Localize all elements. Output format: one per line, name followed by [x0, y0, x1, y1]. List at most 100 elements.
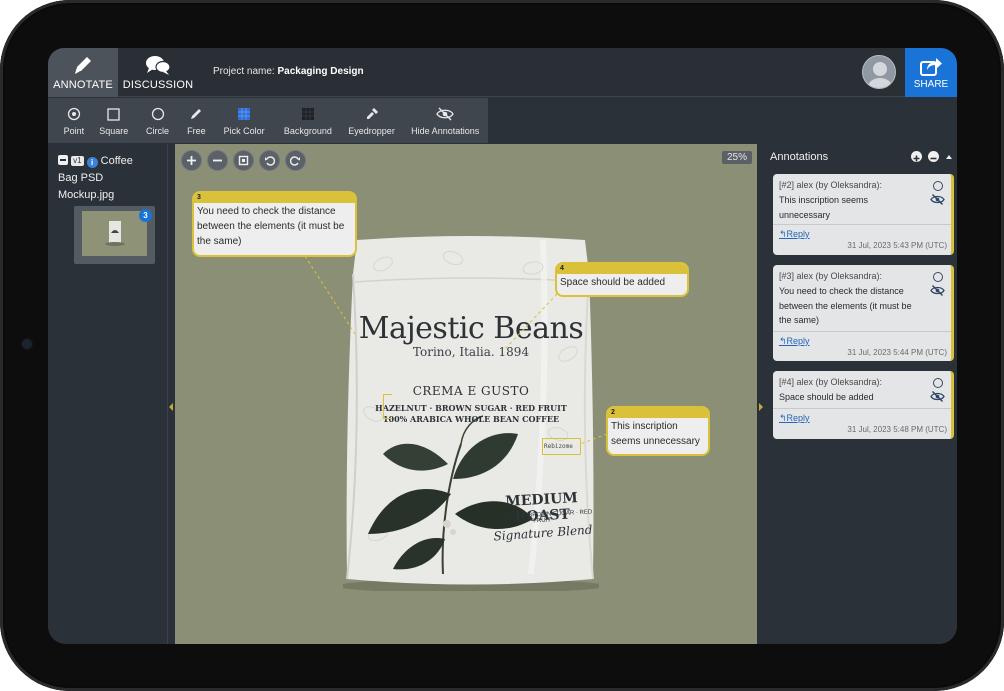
share-button[interactable]: SHARE	[905, 48, 957, 97]
annotation-meta: [#4] alex (by Oleksandra):	[779, 377, 883, 387]
file-panel: v1 i Coffee Bag PSD Mockup.jpg 3	[48, 144, 168, 644]
tool-circle[interactable]: Circle	[136, 98, 180, 143]
annotation-text: Space should be added	[779, 392, 874, 402]
annotations-panel: Annotations [#2] alex (by Oleksandra): T…	[764, 144, 957, 644]
square-icon	[107, 106, 120, 122]
toolbar-empty-area	[488, 98, 957, 143]
caret-left-icon	[169, 403, 173, 411]
background-icon	[301, 106, 315, 122]
tool-point-label: Point	[63, 126, 85, 136]
project-name-value: Packaging Design	[277, 66, 364, 77]
info-icon[interactable]: i	[86, 157, 98, 168]
annotation-note-2[interactable]: 2 This inscription seems unnecessary	[606, 406, 710, 456]
note-text: You need to check the distance between t…	[197, 206, 345, 247]
tool-point[interactable]: Point	[56, 98, 92, 143]
right-collapse-gutter[interactable]	[757, 144, 764, 644]
annotation-timestamp: 31 Jul, 2023 5:48 PM (UTC)	[847, 425, 947, 434]
annotation-text: You need to check the distance between t…	[779, 286, 912, 325]
note-number: 2	[608, 408, 708, 418]
tool-free[interactable]: Free	[179, 98, 213, 143]
card-divider	[773, 408, 951, 409]
resolve-circle-icon[interactable]	[933, 181, 943, 191]
eye-slash-icon	[436, 106, 454, 122]
file-tree-item[interactable]: v1 i Coffee	[58, 153, 158, 170]
reply-link[interactable]: ↰Reply	[779, 336, 810, 347]
tool-hide-annotations[interactable]: Hide Annotations	[402, 98, 488, 143]
tool-square-label: Square	[99, 126, 129, 136]
annotation-count-badge: 3	[139, 209, 152, 222]
file-name-line3: Mockup.jpg	[58, 189, 115, 201]
eye-slash-icon[interactable]	[930, 285, 945, 296]
annotation-toolbar: Point Square Circle Free Pick Color Back…	[48, 98, 488, 143]
color-swatch-icon	[237, 106, 251, 122]
tab-annotate[interactable]: ANNOTATE	[48, 48, 118, 97]
tablet-frame: ANNOTATE DISCUSSION Project name: Packag…	[0, 0, 1004, 691]
eye-slash-icon[interactable]	[930, 194, 945, 205]
annotation-meta: [#2] alex (by Oleksandra):	[779, 180, 883, 190]
image-canvas[interactable]: 25% Majestic Beans Torino, Italia. 1894 …	[175, 144, 757, 644]
reply-arrow-icon: ↰	[779, 336, 787, 346]
collapse-icon[interactable]	[58, 155, 68, 165]
tool-eyedropper-label: Eyedropper	[348, 126, 395, 136]
tool-circle-label: Circle	[146, 126, 170, 136]
annotation-note-3[interactable]: 3 You need to check the distance between…	[192, 191, 357, 257]
annotations-title: Annotations	[770, 151, 829, 163]
collapse-all-button[interactable]	[928, 151, 939, 162]
tool-eyedropper[interactable]: Eyedropper	[341, 98, 403, 143]
annotation-meta: [#3] alex (by Oleksandra):	[779, 271, 883, 281]
top-bar: ANNOTATE DISCUSSION Project name: Packag…	[48, 48, 957, 97]
share-icon	[920, 58, 942, 76]
eyedropper-icon	[365, 106, 379, 122]
tool-square[interactable]: Square	[92, 98, 136, 143]
reply-arrow-icon: ↰	[779, 413, 787, 423]
annotation-timestamp: 31 Jul, 2023 5:43 PM (UTC)	[847, 241, 947, 250]
reply-arrow-icon: ↰	[779, 229, 787, 239]
expand-all-button[interactable]	[911, 151, 922, 162]
reply-link[interactable]: ↰Reply	[779, 229, 810, 240]
minus-circle-icon	[930, 157, 937, 160]
caret-right-icon	[759, 403, 763, 411]
chevron-up-icon[interactable]	[945, 154, 953, 160]
file-tree: v1 i Coffee Bag PSD Mockup.jpg	[58, 153, 158, 204]
free-draw-icon	[189, 106, 203, 122]
annotation-text: This inscription seems unnecessary	[779, 195, 869, 220]
user-icon	[868, 62, 892, 88]
reply-link[interactable]: ↰Reply	[779, 413, 810, 424]
tool-free-label: Free	[187, 126, 206, 136]
note-text: Space should be added	[560, 277, 666, 288]
share-label: SHARE	[913, 79, 949, 90]
annotation-marker-2[interactable]	[542, 438, 581, 455]
front-camera	[22, 339, 32, 349]
app-screen: ANNOTATE DISCUSSION Project name: Packag…	[48, 48, 957, 644]
tool-pick-color[interactable]: Pick Color	[213, 98, 275, 143]
card-divider	[773, 331, 951, 332]
annotation-note-4[interactable]: 4 Space should be added	[555, 262, 689, 297]
eye-slash-icon[interactable]	[930, 391, 945, 402]
tool-background-label: Background	[283, 126, 332, 136]
file-thumbnail[interactable]: 3	[74, 206, 155, 264]
note-number: 3	[194, 193, 355, 203]
annotations-panel-controls	[911, 151, 953, 162]
reply-label: Reply	[786, 229, 810, 239]
tool-background[interactable]: Background	[275, 98, 341, 143]
circle-icon	[151, 106, 165, 122]
project-name: Project name: Packaging Design	[213, 66, 364, 77]
annotation-card[interactable]: [#2] alex (by Oleksandra): This inscript…	[773, 174, 954, 255]
card-divider	[773, 224, 951, 225]
annotation-card[interactable]: [#4] alex (by Oleksandra): Space should …	[773, 371, 954, 439]
chat-bubbles-icon	[146, 56, 171, 75]
file-name-line2: Bag PSD	[58, 172, 104, 184]
annotation-marker-3[interactable]	[383, 394, 392, 419]
pencil-icon	[75, 57, 91, 74]
thumbnail-image	[82, 211, 147, 256]
left-collapse-gutter[interactable]	[168, 144, 175, 644]
resolve-circle-icon[interactable]	[933, 272, 943, 282]
user-avatar[interactable]	[862, 55, 896, 89]
tool-hide-annotations-label: Hide Annotations	[411, 126, 480, 136]
resolve-circle-icon[interactable]	[933, 378, 943, 388]
point-icon	[67, 106, 81, 122]
tab-discussion[interactable]: DISCUSSION	[120, 48, 196, 97]
tab-discussion-label: DISCUSSION	[122, 79, 194, 91]
annotation-card[interactable]: [#3] alex (by Oleksandra): You need to c…	[773, 265, 954, 361]
version-badge: v1	[71, 156, 84, 166]
